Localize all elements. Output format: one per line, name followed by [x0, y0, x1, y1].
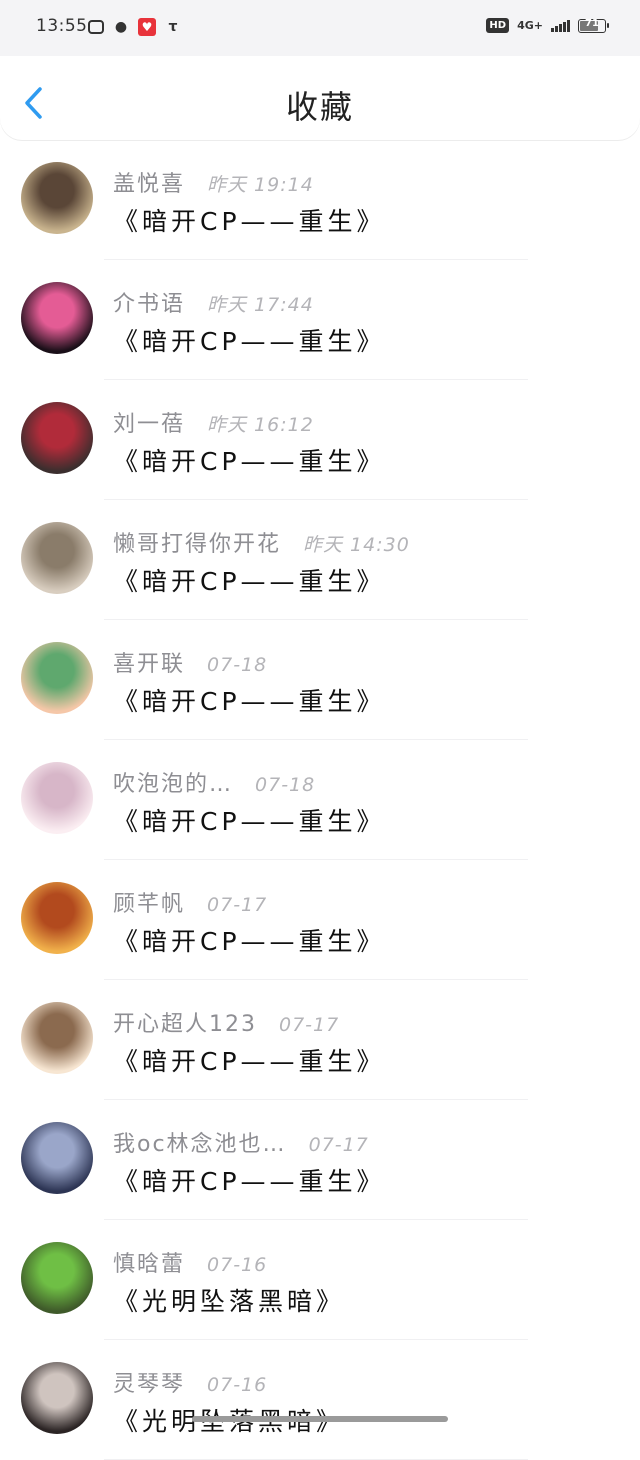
author-name: 我oc林念池也…	[113, 1132, 287, 1157]
list-item[interactable]: 我oc林念池也… 07-17 《暗开CP——重生》	[0, 1100, 640, 1220]
avatar[interactable]	[21, 1002, 93, 1074]
network-type: 4G+	[517, 19, 543, 32]
item-title: 《暗开CP——重生》	[113, 327, 386, 356]
avatar[interactable]	[21, 882, 93, 954]
item-meta: 慎晗蕾 07-16	[113, 1246, 267, 1278]
item-meta: 灵琴琴 07-16	[113, 1366, 267, 1398]
timestamp: 07-18	[255, 774, 316, 796]
avatar[interactable]	[21, 1122, 93, 1194]
timestamp: 昨天 17:44	[207, 294, 314, 316]
item-title: 《暗开CP——重生》	[113, 567, 386, 596]
author-name: 懒哥打得你开花	[113, 532, 282, 557]
item-title: 《暗开CP——重生》	[113, 447, 386, 476]
item-meta: 顾芊帆 07-17	[113, 886, 267, 918]
tv-icon	[88, 20, 104, 34]
author-name: 吹泡泡的…	[113, 772, 234, 797]
avatar[interactable]	[21, 522, 93, 594]
item-meta: 喜开联 07-18	[113, 646, 267, 678]
nav-bar: 收藏	[0, 56, 640, 140]
timestamp: 昨天 14:30	[303, 534, 410, 556]
list-item[interactable]: 盖悦喜 昨天 19:14 《暗开CP——重生》	[0, 140, 640, 260]
timestamp: 昨天 16:12	[207, 414, 314, 436]
notification-icons: ● ♥ τ	[88, 18, 182, 36]
item-meta: 吹泡泡的… 07-18	[113, 766, 315, 798]
avatar[interactable]	[21, 642, 93, 714]
heart-app-icon: ♥	[138, 18, 156, 36]
battery-icon: 71	[578, 17, 609, 33]
item-meta: 懒哥打得你开花 昨天 14:30	[113, 526, 410, 558]
list-item[interactable]: 刘一蓓 昨天 16:12 《暗开CP——重生》	[0, 380, 640, 500]
avatar[interactable]	[21, 762, 93, 834]
list-item[interactable]: 吹泡泡的… 07-18 《暗开CP——重生》	[0, 740, 640, 860]
avatar[interactable]	[21, 282, 93, 354]
timestamp: 07-16	[207, 1254, 268, 1276]
list-item[interactable]: 喜开联 07-18 《暗开CP——重生》	[0, 620, 640, 740]
status-bar: 13:55 ● ♥ τ HD 4G+ 71	[0, 0, 640, 56]
list-item[interactable]: 慎晗蕾 07-16 《光明坠落黑暗》	[0, 1220, 640, 1340]
timestamp: 07-16	[207, 1374, 268, 1396]
item-title: 《暗开CP——重生》	[113, 1047, 386, 1076]
author-name: 盖悦喜	[113, 172, 186, 197]
list-item[interactable]: 灵琴琴07-16《光明坠落黑暗》	[0, 1340, 640, 1460]
page-title: 收藏	[285, 88, 354, 126]
item-meta: 介书语 昨天 17:44	[113, 286, 314, 318]
list-item[interactable]: 介书语 昨天 17:44 《暗开CP——重生》	[0, 260, 640, 380]
author-name: 灵琴琴	[113, 1372, 186, 1397]
timestamp: 07-17	[207, 894, 268, 916]
author-name: 介书语	[113, 292, 186, 317]
item-title: 《光明坠落黑暗》	[113, 1287, 346, 1316]
item-title: 《暗开CP——重生》	[113, 807, 386, 836]
author-name: 喜开联	[113, 652, 186, 677]
item-meta: 盖悦喜 昨天 19:14	[113, 166, 314, 198]
list-item[interactable]: 懒哥打得你开花 昨天 14:30 《暗开CP——重生》	[0, 500, 640, 620]
list-item[interactable]: 顾芊帆 07-17 《暗开CP——重生》	[0, 860, 640, 980]
item-title: 《暗开CP——重生》	[113, 207, 386, 236]
avatar[interactable]	[21, 1362, 93, 1434]
item-title: 《暗开CP——重生》	[113, 1167, 386, 1196]
battery-level: 71	[585, 17, 599, 29]
status-time: 13:55	[36, 16, 88, 36]
home-indicator[interactable]	[192, 1416, 448, 1422]
avatar[interactable]	[21, 162, 93, 234]
signal-icon	[551, 19, 570, 32]
avatar[interactable]	[21, 402, 93, 474]
item-meta: 我oc林念池也… 07-17	[113, 1126, 369, 1158]
author-name: 开心超人123	[113, 1012, 257, 1037]
taobao-icon: τ	[168, 19, 178, 35]
author-name: 刘一蓓	[113, 412, 186, 437]
author-name: 慎晗蕾	[113, 1252, 186, 1277]
item-title: 《暗开CP——重生》	[113, 927, 386, 956]
timestamp: 07-18	[207, 654, 268, 676]
item-meta: 刘一蓓 昨天 16:12	[113, 406, 314, 438]
timestamp: 昨天 19:14	[207, 174, 314, 196]
hd-badge: HD	[486, 18, 510, 33]
timestamp: 07-17	[279, 1014, 340, 1036]
list-item[interactable]: 开心超人123 07-17 《暗开CP——重生》	[0, 980, 640, 1100]
item-meta: 开心超人123 07-17	[113, 1006, 339, 1038]
author-name: 顾芊帆	[113, 892, 186, 917]
item-title: 《暗开CP——重生》	[113, 687, 386, 716]
favorites-list: 盖悦喜 昨天 19:14 《暗开CP——重生》 介书语 昨天 17:44 《暗开CP——重…	[0, 140, 640, 1460]
system-icons: HD 4G+ 71	[486, 17, 609, 33]
bird-icon: ●	[114, 19, 128, 35]
avatar[interactable]	[21, 1242, 93, 1314]
timestamp: 07-17	[308, 1134, 369, 1156]
